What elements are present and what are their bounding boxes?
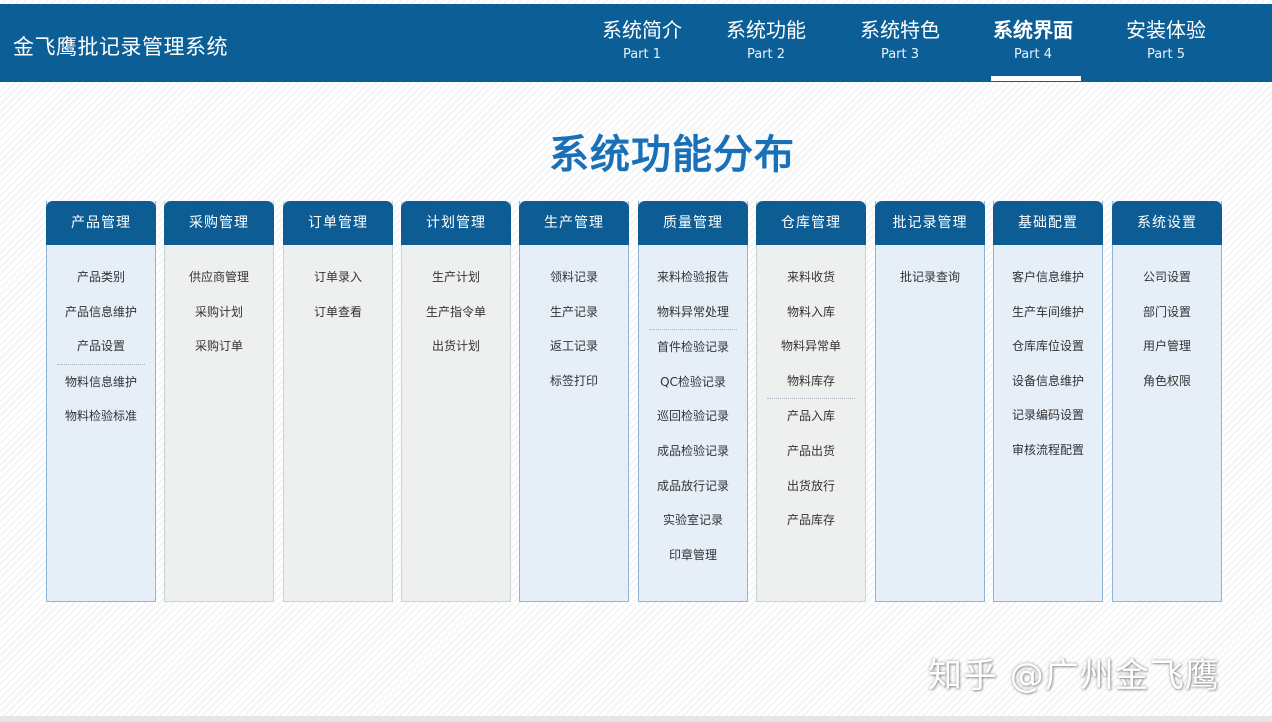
column-header[interactable]: 基础配置 [993, 201, 1103, 245]
column-item-list: 领料记录 生产记录 返工记录 标签打印 [520, 260, 628, 398]
nav-item-subtitle: Part 5 [1146, 47, 1186, 62]
menu-item[interactable]: 批记录查询 [876, 260, 984, 295]
top-header: 金飞鹰批记录管理系统 系统简介 Part 1 系统功能 Part 2 系统特色 Part … [0, 4, 1272, 82]
function-column: 订单管理订单录入 订单查看 [283, 201, 393, 602]
menu-item[interactable]: 物料异常处理 [639, 295, 747, 330]
menu-item[interactable]: 设备信息维护 [994, 364, 1102, 399]
menu-item[interactable]: 产品类别 [47, 260, 155, 295]
column-header[interactable]: 订单管理 [283, 201, 393, 245]
menu-item[interactable]: 标签打印 [520, 364, 628, 399]
menu-item[interactable]: 领料记录 [520, 260, 628, 295]
menu-item[interactable]: 生产计划 [402, 260, 510, 295]
menu-item[interactable]: 物料异常单 [757, 329, 865, 364]
page-title: 系统功能分布 [549, 132, 795, 178]
nav-item-part-3[interactable]: 系统特色 Part 3 [850, 16, 950, 64]
menu-item[interactable]: 产品设置 [47, 329, 155, 364]
nav-active-indicator [991, 76, 1081, 81]
bottom-bar [0, 716, 1272, 722]
menu-item[interactable]: 用户管理 [1113, 329, 1221, 364]
menu-item[interactable]: 巡回检验记录 [639, 399, 747, 434]
menu-item[interactable]: 产品库存 [757, 503, 865, 538]
nav-item-subtitle: Part 4 [1013, 47, 1053, 62]
function-column: 产品管理产品类别 产品信息维护 产品设置 物料信息维护 物料检验标准 [46, 201, 156, 602]
column-item-list: 供应商管理 采购计划 采购订单 [165, 260, 273, 364]
function-column: 质量管理来料检验报告 物料异常处理 首件检验记录 QC检验记录 巡回检验记录 成品检验记录… [638, 201, 748, 602]
menu-item[interactable]: 成品检验记录 [639, 434, 747, 469]
column-item-list: 产品类别 产品信息维护 产品设置 物料信息维护 物料检验标准 [47, 260, 155, 434]
column-item-list: 来料收货 物料入库 物料异常单 物料库存 产品入库 产品出货 出货放行 产品库存 [757, 260, 865, 538]
menu-item[interactable]: 角色权限 [1113, 364, 1221, 399]
menu-item[interactable]: 物料检验标准 [47, 399, 155, 434]
function-column: 基础配置客户信息维护 生产车间维护 仓库库位设置 设备信息维护 记录编码设置 审核流程配置 [993, 201, 1103, 602]
menu-item[interactable]: 成品放行记录 [639, 469, 747, 504]
menu-item[interactable]: 物料入库 [757, 295, 865, 330]
menu-item[interactable]: 生产车间维护 [994, 295, 1102, 330]
function-column: 仓库管理来料收货 物料入库 物料异常单 物料库存 产品入库 产品出货 出货放行 产品库存 [756, 201, 866, 602]
nav-item-subtitle: Part 2 [746, 47, 786, 62]
menu-item[interactable]: QC检验记录 [639, 365, 747, 400]
column-header[interactable]: 批记录管理 [875, 201, 985, 245]
menu-item[interactable]: 产品入库 [757, 399, 865, 434]
nav-item-subtitle: Part 1 [622, 47, 662, 62]
column-header[interactable]: 仓库管理 [756, 201, 866, 245]
menu-item[interactable]: 采购计划 [165, 295, 273, 330]
menu-item[interactable]: 供应商管理 [165, 260, 273, 295]
menu-item[interactable]: 出货放行 [757, 469, 865, 504]
menu-item[interactable]: 产品出货 [757, 434, 865, 469]
menu-item[interactable]: 首件检验记录 [639, 330, 747, 365]
column-header[interactable]: 产品管理 [46, 201, 156, 245]
function-column: 采购管理供应商管理 采购计划 采购订单 [164, 201, 274, 602]
menu-item[interactable]: 印章管理 [639, 538, 747, 573]
menu-item[interactable]: 部门设置 [1113, 295, 1221, 330]
nav-item-part-1[interactable]: 系统简介 Part 1 [592, 16, 692, 64]
menu-item[interactable]: 产品信息维护 [47, 295, 155, 330]
menu-item[interactable]: 仓库库位设置 [994, 329, 1102, 364]
column-header[interactable]: 质量管理 [638, 201, 748, 245]
function-column: 系统设置公司设置 部门设置 用户管理 角色权限 [1112, 201, 1222, 602]
nav-item-title: 系统功能 [726, 18, 806, 42]
nav-item-title: 系统界面 [993, 18, 1073, 42]
function-column: 生产管理领料记录 生产记录 返工记录 标签打印 [519, 201, 629, 602]
column-item-list: 来料检验报告 物料异常处理 首件检验记录 QC检验记录 巡回检验记录 成品检验记录 成品放行… [639, 260, 747, 572]
column-item-list: 订单录入 订单查看 [284, 260, 392, 329]
main-nav: 系统简介 Part 1 系统功能 Part 2 系统特色 Part 3 系统界面 Part 4… [0, 4, 1272, 82]
nav-item-title: 安装体验 [1126, 18, 1206, 42]
column-item-list: 客户信息维护 生产车间维护 仓库库位设置 设备信息维护 记录编码设置 审核流程配置 [994, 260, 1102, 468]
menu-item[interactable]: 生产指令单 [402, 295, 510, 330]
nav-item-title: 系统特色 [860, 18, 940, 42]
watermark: 知乎 @广州金飞鹰 [928, 656, 1220, 696]
column-header[interactable]: 系统设置 [1112, 201, 1222, 245]
menu-item[interactable]: 物料信息维护 [47, 365, 155, 400]
nav-item-part-2[interactable]: 系统功能 Part 2 [716, 16, 816, 64]
column-item-list: 公司设置 部门设置 用户管理 角色权限 [1113, 260, 1221, 398]
menu-item[interactable]: 订单查看 [284, 295, 392, 330]
nav-item-part-5[interactable]: 安装体验 Part 5 [1116, 16, 1216, 64]
menu-item[interactable]: 客户信息维护 [994, 260, 1102, 295]
nav-item-title: 系统简介 [602, 18, 682, 42]
column-header[interactable]: 生产管理 [519, 201, 629, 245]
menu-item[interactable]: 物料库存 [757, 364, 865, 399]
menu-item[interactable]: 记录编码设置 [994, 398, 1102, 433]
menu-item[interactable]: 出货计划 [402, 329, 510, 364]
column-item-list: 生产计划 生产指令单 出货计划 [402, 260, 510, 364]
menu-item[interactable]: 实验室记录 [639, 503, 747, 538]
menu-item[interactable]: 返工记录 [520, 329, 628, 364]
function-column: 计划管理生产计划 生产指令单 出货计划 [401, 201, 511, 602]
menu-item[interactable]: 采购订单 [165, 329, 273, 364]
menu-item[interactable]: 来料收货 [757, 260, 865, 295]
menu-item[interactable]: 来料检验报告 [639, 260, 747, 295]
column-header[interactable]: 采购管理 [164, 201, 274, 245]
menu-item[interactable]: 公司设置 [1113, 260, 1221, 295]
nav-item-part-4[interactable]: 系统界面 Part 4 [983, 16, 1083, 64]
function-column: 批记录管理批记录查询 [875, 201, 985, 602]
nav-item-subtitle: Part 3 [880, 47, 920, 62]
menu-item[interactable]: 订单录入 [284, 260, 392, 295]
menu-item[interactable]: 审核流程配置 [994, 433, 1102, 468]
menu-item[interactable]: 生产记录 [520, 295, 628, 330]
column-item-list: 批记录查询 [876, 260, 984, 295]
column-header[interactable]: 计划管理 [401, 201, 511, 245]
